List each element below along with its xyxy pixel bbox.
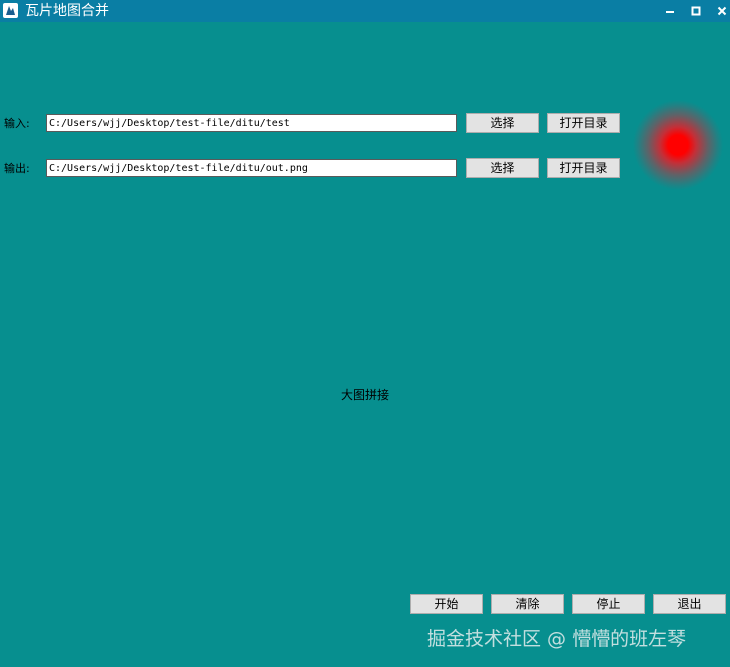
stop-button[interactable]: 停止 [572, 594, 645, 614]
input-path-field[interactable] [46, 114, 457, 132]
output-select-button[interactable]: 选择 [466, 158, 539, 178]
watermark-text: 掘金技术社区 @ 懵懵的班左琴 [427, 628, 687, 650]
status-light-icon [633, 100, 723, 190]
input-open-dir-button[interactable]: 打开目录 [547, 113, 620, 133]
clear-button[interactable]: 清除 [491, 594, 564, 614]
minimize-button[interactable] [657, 0, 683, 22]
close-icon [717, 6, 727, 16]
output-path-field[interactable] [46, 159, 457, 177]
app-window: 瓦片地图合并 输入: 选择 打开目录 输出: 选择 打开目录 大图拼接 开始 清… [0, 0, 730, 667]
maximize-button[interactable] [683, 0, 709, 22]
input-select-button[interactable]: 选择 [466, 113, 539, 133]
exit-button[interactable]: 退出 [653, 594, 726, 614]
title-bar[interactable]: 瓦片地图合并 [0, 0, 730, 22]
close-button[interactable] [709, 0, 730, 22]
output-label: 输出: [4, 162, 30, 175]
maximize-icon [691, 6, 701, 16]
output-open-dir-button[interactable]: 打开目录 [547, 158, 620, 178]
window-title: 瓦片地图合并 [25, 3, 109, 19]
minimize-icon [666, 11, 674, 13]
start-button[interactable]: 开始 [410, 594, 483, 614]
app-logo-icon [3, 3, 18, 18]
main-center-label: 大图拼接 [340, 388, 389, 402]
input-label: 输入: [4, 117, 30, 130]
